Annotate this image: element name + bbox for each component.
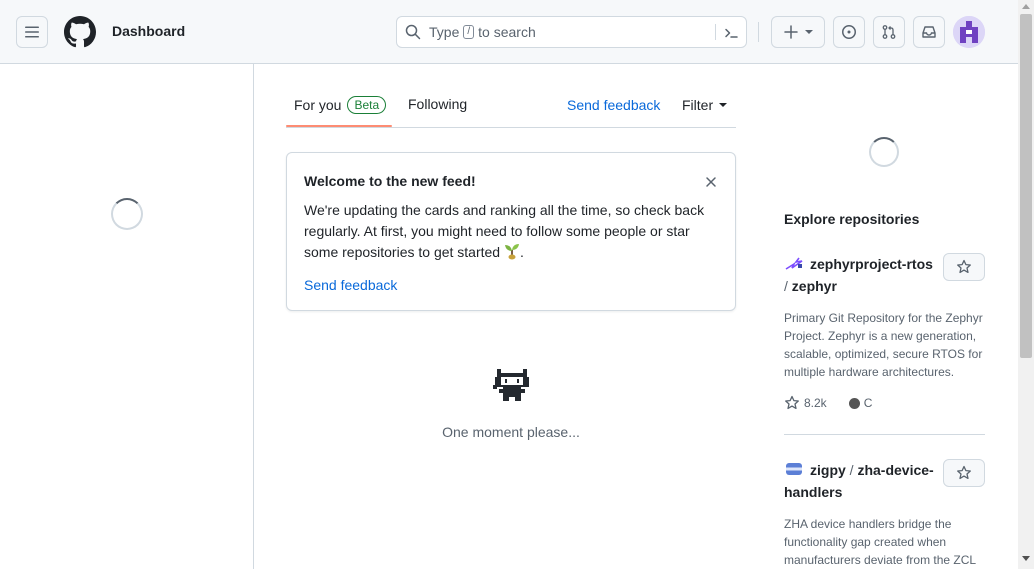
search-placeholder-prefix: Type bbox=[429, 24, 460, 40]
zephyr-logo-icon bbox=[785, 257, 803, 270]
welcome-card-text-end: . bbox=[520, 244, 524, 260]
active-tab-indicator bbox=[286, 125, 392, 127]
close-icon[interactable] bbox=[703, 174, 719, 190]
repo-language-name: C bbox=[863, 396, 873, 410]
issues-icon bbox=[842, 25, 856, 39]
pull-requests-icon bbox=[882, 25, 896, 39]
search-input[interactable]: Type / to search bbox=[396, 16, 747, 48]
explore-repositories-title: Explore repositories bbox=[784, 211, 920, 227]
repo-slash: / bbox=[849, 462, 854, 478]
scroll-down-arrow-icon[interactable] bbox=[1022, 556, 1030, 561]
octocat-loading-icon bbox=[493, 369, 529, 401]
repo-meta: 8.2k C bbox=[784, 395, 985, 411]
feed-tabs: For you Beta Following Send feedback Fil… bbox=[286, 88, 736, 128]
repo-card: zigpy / zha-device-handlers ZHA device h… bbox=[784, 459, 985, 569]
left-sidebar bbox=[0, 64, 254, 569]
language-color-dot bbox=[848, 397, 860, 409]
command-palette-icon[interactable] bbox=[723, 25, 739, 41]
issues-button[interactable] bbox=[833, 16, 865, 48]
repo-stars[interactable]: 8.2k bbox=[784, 395, 827, 411]
star-icon bbox=[957, 259, 971, 274]
plus-icon bbox=[784, 25, 798, 39]
loading-spinner-icon bbox=[111, 198, 143, 230]
scroll-up-arrow-icon[interactable] bbox=[1022, 4, 1030, 9]
scrollbar-thumb[interactable] bbox=[1020, 14, 1032, 358]
welcome-send-feedback-link[interactable]: Send feedback bbox=[304, 277, 397, 293]
page-scrollbar[interactable] bbox=[1018, 0, 1034, 569]
inbox-icon bbox=[922, 26, 936, 38]
menu-button[interactable] bbox=[16, 16, 48, 48]
tab-for-you-label: For you bbox=[294, 97, 342, 113]
repo-owner[interactable]: zigpy bbox=[810, 462, 846, 478]
header-divider bbox=[758, 22, 759, 42]
repo-language: C bbox=[848, 396, 873, 410]
send-feedback-link[interactable]: Send feedback bbox=[567, 97, 660, 113]
search-placeholder: Type / to search bbox=[429, 24, 536, 40]
search-divider bbox=[715, 24, 716, 40]
hamburger-icon bbox=[25, 26, 39, 38]
filter-dropdown[interactable]: Filter bbox=[682, 97, 728, 113]
create-new-button[interactable] bbox=[771, 16, 825, 48]
github-logo-icon[interactable] bbox=[64, 16, 96, 48]
star-icon bbox=[957, 465, 971, 480]
filter-label: Filter bbox=[682, 97, 714, 113]
welcome-card-title: Welcome to the new feed! bbox=[304, 173, 476, 189]
star-icon bbox=[785, 395, 799, 410]
sprout-icon bbox=[505, 244, 519, 260]
tab-for-you[interactable]: For you Beta bbox=[294, 96, 387, 114]
search-placeholder-suffix: to search bbox=[478, 24, 536, 40]
repo-owner[interactable]: zephyrproject-rtos bbox=[810, 256, 933, 272]
tab-following[interactable]: Following bbox=[408, 96, 467, 112]
repo-divider bbox=[784, 434, 985, 435]
chevron-down-icon bbox=[719, 103, 728, 107]
repo-name[interactable]: zha-device-handlers bbox=[784, 462, 934, 500]
zigpy-logo-icon bbox=[786, 463, 802, 475]
repo-description: ZHA device handlers bridge the functiona… bbox=[784, 517, 977, 567]
search-shortcut-key: / bbox=[463, 25, 475, 39]
star-button[interactable] bbox=[943, 459, 985, 487]
repo-full-name[interactable]: zigpy / zha-device-handlers bbox=[784, 459, 934, 503]
loading-message: One moment please... bbox=[442, 424, 580, 440]
welcome-card: Welcome to the new feed! We're updating … bbox=[286, 152, 736, 311]
star-button[interactable] bbox=[943, 253, 985, 281]
search-icon bbox=[405, 24, 421, 40]
page-title[interactable]: Dashboard bbox=[112, 23, 185, 39]
loading-spinner-icon bbox=[869, 137, 899, 167]
inbox-button[interactable] bbox=[913, 16, 945, 48]
avatar[interactable] bbox=[953, 16, 985, 48]
beta-badge: Beta bbox=[347, 96, 387, 114]
top-header: Dashboard Type / to search bbox=[0, 0, 1018, 64]
repo-description: Primary Git Repository for the Zephyr Pr… bbox=[784, 311, 983, 379]
pull-requests-button[interactable] bbox=[873, 16, 905, 48]
repo-slash: / bbox=[784, 278, 788, 294]
repo-name[interactable]: zephyr bbox=[792, 278, 837, 294]
repo-card: zephyrproject-rtos / zephyr Primary Git … bbox=[784, 253, 985, 411]
avatar-identicon-icon bbox=[953, 16, 985, 48]
repo-full-name[interactable]: zephyrproject-rtos / zephyr bbox=[784, 253, 934, 297]
welcome-card-body: We're updating the cards and ranking all… bbox=[304, 200, 724, 263]
chevron-down-icon bbox=[805, 30, 813, 34]
repo-star-count: 8.2k bbox=[804, 396, 827, 410]
